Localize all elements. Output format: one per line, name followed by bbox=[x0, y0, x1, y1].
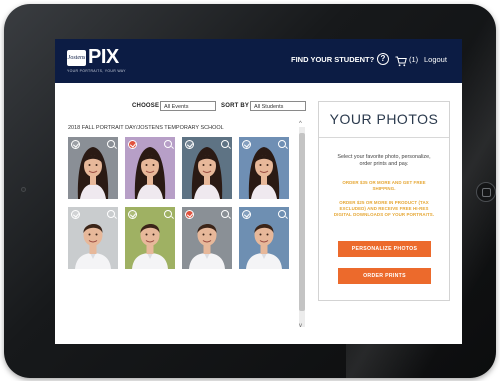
promo-downloads: ORDER $25 OR MORE IN PRODUCT (TAX EXCLUD… bbox=[333, 200, 435, 217]
choose-label: CHOOSE bbox=[132, 103, 160, 109]
select-check-icon[interactable] bbox=[185, 210, 194, 219]
photo-tile[interactable] bbox=[68, 137, 118, 199]
photo-tile[interactable] bbox=[68, 207, 118, 269]
zoom-icon[interactable] bbox=[278, 210, 286, 218]
select-check-icon[interactable] bbox=[71, 140, 80, 149]
promo-shipping: ORDER $35 OR MORE AND GET FREE SHIPPING. bbox=[342, 180, 426, 191]
zoom-icon[interactable] bbox=[164, 140, 172, 148]
panel-divider bbox=[319, 137, 449, 138]
logo-badge: Jostens bbox=[67, 50, 86, 66]
home-button[interactable] bbox=[476, 182, 496, 202]
photo-tile[interactable] bbox=[239, 207, 289, 269]
select-check-icon[interactable] bbox=[128, 140, 137, 149]
select-check-icon[interactable] bbox=[242, 140, 251, 149]
zoom-icon[interactable] bbox=[107, 210, 115, 218]
zoom-icon[interactable] bbox=[107, 140, 115, 148]
help-icon[interactable]: ? bbox=[377, 53, 389, 65]
zoom-icon[interactable] bbox=[221, 210, 229, 218]
zoom-icon[interactable] bbox=[164, 210, 172, 218]
select-check-icon[interactable] bbox=[185, 140, 194, 149]
personalize-photos-button[interactable]: PERSONALIZE PHOTOS bbox=[338, 241, 431, 257]
photo-tile[interactable] bbox=[182, 137, 232, 199]
panel-description: Select your favorite photo, personalize,… bbox=[337, 154, 431, 167]
scroll-up-arrow[interactable]: ^ bbox=[299, 121, 302, 127]
top-navbar: Jostens PIX YOUR PORTRAITS, YOUR WAY FIN… bbox=[55, 39, 462, 83]
zoom-icon[interactable] bbox=[221, 140, 229, 148]
photo-grid bbox=[68, 137, 291, 272]
front-camera bbox=[21, 187, 26, 192]
event-title: 2018 FALL PORTRAIT DAY/JOSTENS TEMPORARY… bbox=[68, 125, 224, 131]
photo-tile[interactable] bbox=[125, 207, 175, 269]
filter-bar: CHOOSE All Events SORT BY All Students bbox=[55, 101, 315, 113]
sort-label: SORT BY bbox=[221, 103, 250, 109]
event-select[interactable]: All Events bbox=[160, 101, 216, 111]
order-prints-button[interactable]: ORDER PRINTS bbox=[338, 268, 431, 284]
app-screen: Jostens PIX YOUR PORTRAITS, YOUR WAY FIN… bbox=[55, 39, 462, 344]
select-check-icon[interactable] bbox=[242, 210, 251, 219]
logout-link[interactable]: Logout bbox=[424, 55, 447, 64]
cart-count[interactable]: (1) bbox=[409, 55, 418, 64]
your-photos-panel: YOUR PHOTOS Select your favorite photo, … bbox=[318, 101, 450, 301]
panel-title: YOUR PHOTOS bbox=[329, 111, 439, 127]
cart-icon[interactable] bbox=[395, 54, 407, 67]
scrollbar-thumb[interactable] bbox=[299, 133, 305, 311]
zoom-icon[interactable] bbox=[278, 140, 286, 148]
sort-select[interactable]: All Students bbox=[250, 101, 306, 111]
logo-tagline: YOUR PORTRAITS, YOUR WAY bbox=[67, 69, 126, 73]
photo-tile[interactable] bbox=[125, 137, 175, 199]
logo-text: PIX bbox=[88, 46, 119, 68]
select-check-icon[interactable] bbox=[128, 210, 137, 219]
photo-tile[interactable] bbox=[239, 137, 289, 199]
select-check-icon[interactable] bbox=[71, 210, 80, 219]
find-student-link[interactable]: FIND YOUR STUDENT? bbox=[291, 55, 374, 64]
photo-tile[interactable] bbox=[182, 207, 232, 269]
scroll-down-arrow[interactable]: v bbox=[299, 323, 302, 329]
